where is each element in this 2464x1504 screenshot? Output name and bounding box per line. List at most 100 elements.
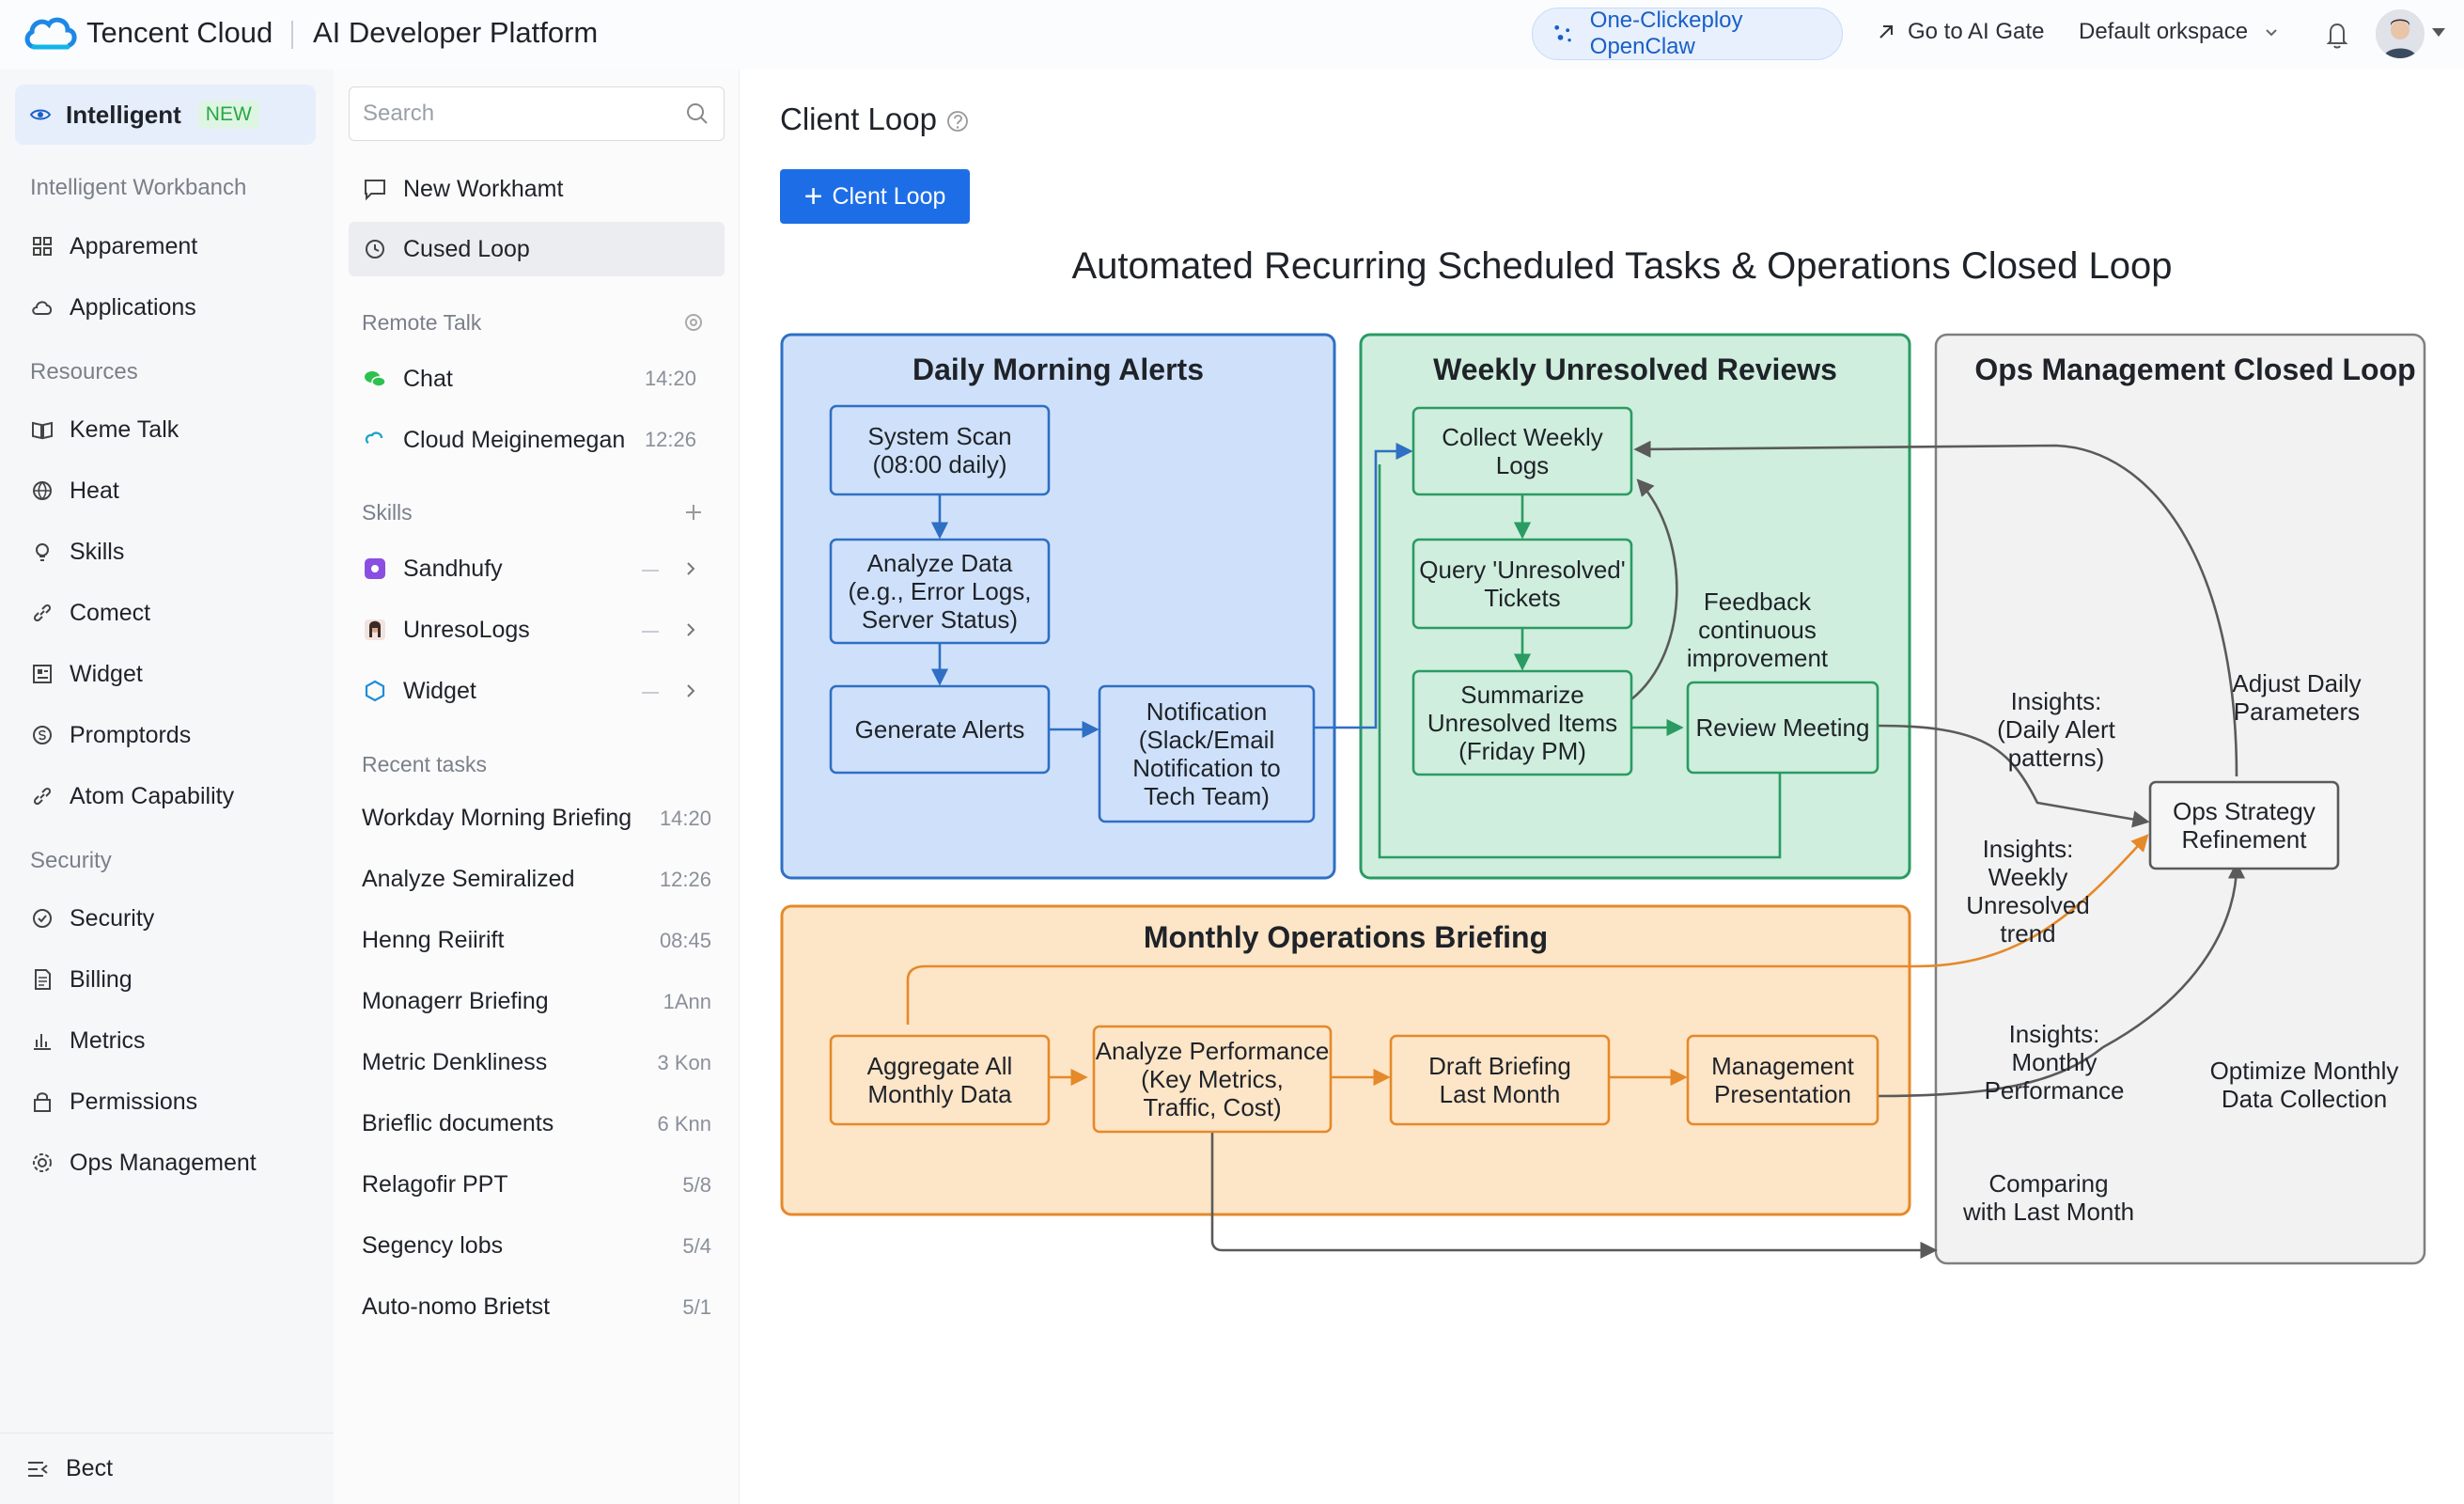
nav-item-label: Apparement — [70, 232, 198, 259]
node-label-draft: Last Month — [1440, 1080, 1561, 1108]
tencent-cloud-logo[interactable] — [23, 11, 79, 56]
search-input[interactable]: Search — [349, 86, 725, 141]
recent-task-item[interactable]: Workday Morning Briefing 14:20 — [349, 797, 725, 844]
search-icon[interactable] — [684, 101, 710, 127]
edge-label-adjust-daily: Parameters — [2234, 697, 2360, 726]
edge-label-comparing: with Last Month — [1962, 1198, 2134, 1226]
edge-label-feedback: improvement — [1687, 644, 1829, 672]
add-skill-icon[interactable] — [681, 500, 706, 525]
node-label-analyze-data: Analyze Data — [867, 549, 1013, 577]
node-label-ops-strategy: Ops Strategy — [2173, 797, 2316, 825]
section-title-workbench: Intelligent Workbanch — [30, 175, 247, 200]
remote-talk-time: 14:20 — [644, 367, 696, 390]
widget-icon — [33, 665, 52, 683]
lock-icon — [34, 1092, 51, 1112]
nav-item-applications[interactable]: Applications — [30, 289, 196, 326]
nav-item-label: Heat — [70, 477, 119, 504]
remote-talk-item-chat[interactable]: Chat 14:20 — [349, 352, 725, 406]
nav-item-atom-capability[interactable]: Atom Capability — [30, 777, 234, 815]
skill-item-unresologs[interactable]: UnresoLogs — [349, 603, 725, 657]
nav-item-label: Security — [70, 904, 155, 932]
node-label-notification: Notification — [1146, 697, 1268, 726]
collapse-nav-button[interactable]: Bect — [0, 1433, 334, 1504]
nav-item-skills[interactable]: Skills — [30, 533, 124, 571]
nav-item-keme-talk[interactable]: Keme Talk — [30, 411, 179, 448]
remote-talk-label: Cloud Meiginemegan — [403, 426, 626, 453]
skill-label: Widget — [403, 677, 476, 704]
nav-item-label: Atom Capability — [70, 782, 235, 809]
workspace-label: Default orkspace — [2079, 19, 2249, 44]
nav-item-metrics[interactable]: Metrics — [30, 1022, 146, 1059]
recent-task-item[interactable]: Auto-nomo Brietst 5/1 — [349, 1286, 725, 1333]
nav-item-label: Metrics — [70, 1026, 146, 1054]
nav-item-label: Widget — [70, 660, 143, 687]
remote-talk-item-cloud[interactable]: Cloud Meiginemegan 12:26 — [349, 413, 725, 467]
recent-task-item[interactable]: Henng Reiirift 08:45 — [349, 919, 725, 966]
avatar-caret-icon[interactable] — [2432, 28, 2445, 37]
panel-title-weekly: Weekly Unresolved Reviews — [1433, 352, 1837, 386]
nav-item-ops-management[interactable]: Ops Management — [30, 1144, 257, 1182]
app-square-icon — [365, 558, 385, 579]
settings-icon[interactable] — [681, 310, 706, 335]
nav-item-label: Intelligent — [66, 100, 181, 129]
node-label-query-tickets: Tickets — [1484, 584, 1560, 612]
one-click-deploy-button[interactable]: One-Clickeploy OpenClaw — [1532, 8, 1843, 60]
nav-item-promptords[interactable]: Promptords — [30, 716, 191, 754]
edge-label-optimize-monthly: Optimize Monthly — [2210, 1057, 2399, 1085]
nav-item-intelligent[interactable]: Intelligent NEW — [15, 85, 316, 145]
recent-task-item[interactable]: Metric Denkliness 3 Kon — [349, 1042, 725, 1089]
recent-task-label: Henng Reiirift — [362, 927, 505, 953]
chevron-right-icon[interactable] — [681, 620, 700, 639]
skill-dash — [642, 631, 659, 633]
nav-item-widget[interactable]: Widget — [30, 655, 143, 693]
gear-icon — [33, 1153, 52, 1172]
user-avatar[interactable] — [2376, 9, 2425, 58]
nav-item-security[interactable]: Security — [30, 900, 154, 937]
node-label-notification: Notification to — [1132, 754, 1281, 782]
recent-task-item[interactable]: Segency lobs 5/4 — [349, 1225, 725, 1272]
bar-chart-icon — [34, 1034, 51, 1050]
bell-icon[interactable] — [2323, 19, 2351, 51]
recent-task-item[interactable]: Monagerr Briefing 1Ann — [349, 980, 725, 1027]
brand-name: Tencent Cloud — [86, 16, 273, 49]
deploy-label: One-Clickeploy OpenClaw — [1589, 8, 1743, 59]
document-icon — [35, 969, 51, 990]
node-label-draft: Draft Briefing — [1428, 1052, 1571, 1080]
recent-task-item[interactable]: Analyze Semiralized 12:26 — [349, 858, 725, 905]
dollar-icon — [33, 726, 52, 744]
recent-task-item[interactable]: Brieflic documents 6 Knn — [349, 1103, 725, 1150]
nav-item-comect[interactable]: Comect — [30, 594, 150, 632]
recent-task-time: 5/1 — [682, 1295, 711, 1319]
recent-task-label: Auto-nomo Brietst — [362, 1293, 551, 1320]
nav-item-billing[interactable]: Billing — [30, 961, 133, 998]
remote-talk-section-title: Remote Talk — [362, 310, 482, 335]
nav-item-heat[interactable]: Heat — [30, 472, 119, 509]
chevron-right-icon[interactable] — [681, 559, 700, 578]
node-label-generate-alerts: Generate Alerts — [855, 715, 1025, 744]
sparkle-icon — [1554, 24, 1571, 42]
skill-item-widget[interactable]: Widget — [349, 664, 725, 718]
nav-item-permissions[interactable]: Permissions — [30, 1083, 197, 1120]
node-label-summarize: Unresolved Items — [1427, 709, 1617, 737]
edge-label-insights-daily: (Daily Alert — [1997, 715, 2115, 744]
platform-name: AI Developer Platform — [313, 16, 599, 49]
node-label-analyze-data: (e.g., Error Logs, — [848, 577, 1031, 605]
node-label-aggregate: Monthly Data — [867, 1080, 1012, 1108]
recent-task-time: 14:20 — [659, 807, 711, 830]
new-workhamt-button[interactable]: New Workhamt — [349, 162, 725, 216]
chevron-right-icon[interactable] — [681, 682, 700, 700]
node-label-query-tickets: Query 'Unresolved' — [1419, 556, 1625, 584]
section-title-security: Security — [30, 848, 112, 873]
skill-dash — [642, 692, 659, 694]
recent-task-item[interactable]: Relagofir PPT 5/8 — [349, 1164, 725, 1211]
panel-title-daily: Daily Morning Alerts — [912, 352, 1204, 386]
recent-task-time: 12:26 — [659, 868, 711, 891]
go-to-ai-gate-link[interactable]: Go to AI Gate — [1876, 19, 2044, 45]
edge-label-optimize-monthly: Data Collection — [2222, 1085, 2387, 1113]
closed-loop-item[interactable]: Cused Loop — [349, 222, 725, 276]
left-navigation: Intelligent NEW Intelligent Workbanch Ap… — [0, 70, 334, 1504]
workspace-selector[interactable]: Default orkspace — [2079, 19, 2280, 45]
nav-item-apparement[interactable]: Apparement — [30, 227, 197, 265]
node-label-collect-logs: Logs — [1496, 451, 1549, 479]
skill-item-sandhufy[interactable]: Sandhufy — [349, 541, 725, 596]
